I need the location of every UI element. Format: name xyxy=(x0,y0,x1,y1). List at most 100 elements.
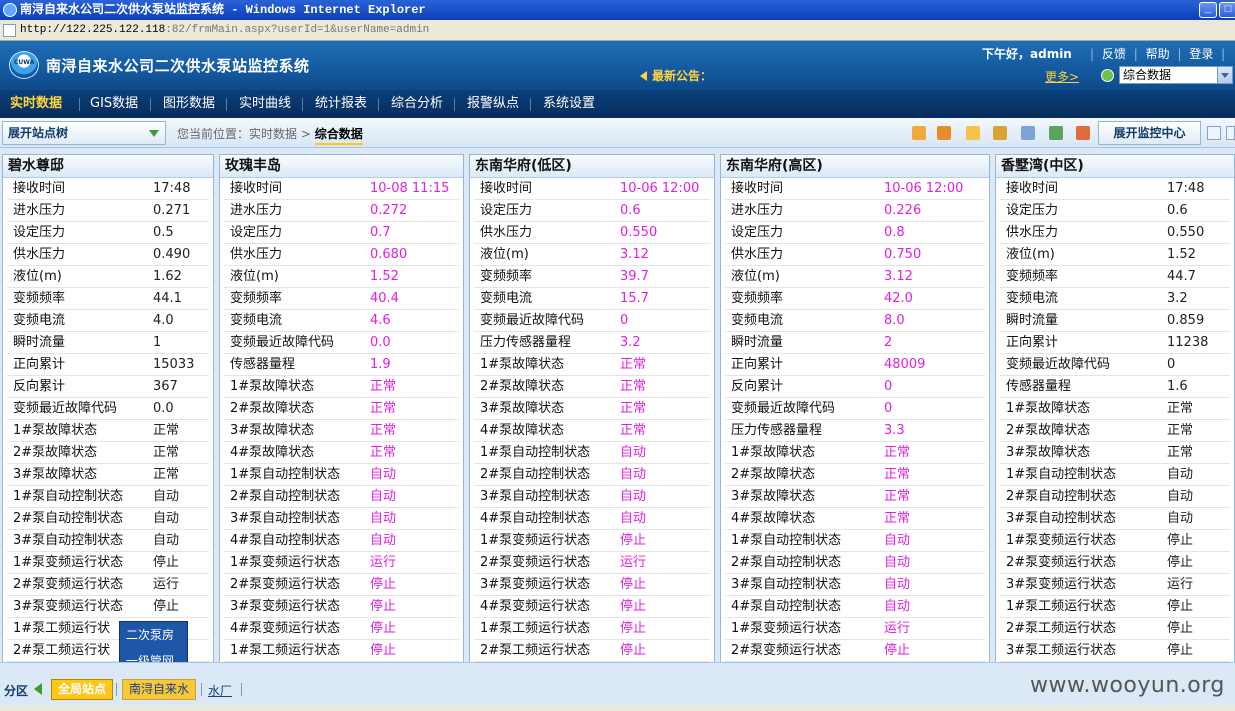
row-value: 0.6 xyxy=(620,203,641,218)
city-zone-button[interactable]: 南浔自来水 xyxy=(122,679,197,700)
view-select[interactable]: 综合数据 xyxy=(1119,66,1233,84)
zone-left-arrow-icon[interactable] xyxy=(34,683,42,695)
data-row: 1#泵变频运行状态 运行 xyxy=(224,552,459,574)
row-label: 液位(m) xyxy=(480,247,529,262)
row-label: 传感器量程 xyxy=(1006,379,1072,394)
data-row: 设定压力 0.5 xyxy=(7,222,209,244)
document-icon[interactable] xyxy=(966,126,980,140)
popup-item-secondary-pump[interactable]: 二次泵房 xyxy=(120,622,187,648)
data-row: 4#泵变频运行状态 停止 xyxy=(474,596,710,618)
row-label: 设定压力 xyxy=(731,225,784,240)
row-value: 自动 xyxy=(153,533,180,548)
row-value: 0.0 xyxy=(153,401,174,416)
alarm-icon[interactable] xyxy=(1076,126,1090,140)
chevron-down-icon[interactable] xyxy=(1217,67,1232,83)
row-value: 停止 xyxy=(620,643,647,658)
data-row: 正向累计 11238 xyxy=(1000,332,1230,354)
data-row: 反向累计 367 xyxy=(7,376,209,398)
all-sites-button[interactable]: 全局站点 xyxy=(51,679,114,700)
row-value: 自动 xyxy=(620,467,647,482)
menu-system-settings[interactable]: 系统设置 xyxy=(543,90,595,118)
data-row: 3#泵工频运行状态 停止 xyxy=(1000,640,1230,662)
system-title: 南浔自来水公司二次供水泵站监控系统 xyxy=(46,57,310,75)
data-row: 供水压力 0.550 xyxy=(474,222,710,244)
row-label: 4#泵故障状态 xyxy=(480,423,565,438)
data-row: 4#泵自动控制状态 自动 xyxy=(725,596,985,618)
toolbar: 展开站点树 您当前位置：实时数据 > 综合数据 展开监控中心 xyxy=(0,118,1235,148)
window-titlebar: 南浔自来水公司二次供水泵站监控系统 - Windows Internet Exp… xyxy=(0,0,1235,20)
report-icon[interactable] xyxy=(912,126,926,140)
login-link[interactable]: 登录 xyxy=(1189,47,1213,61)
data-row: 液位(m) 1.52 xyxy=(1000,244,1230,266)
row-value: 正常 xyxy=(1167,401,1194,416)
row-label: 进水压力 xyxy=(13,203,66,218)
export-icon[interactable] xyxy=(993,126,1007,140)
row-value: 停止 xyxy=(1167,533,1194,548)
maximize-button[interactable]: □ xyxy=(1219,2,1235,18)
row-label: 4#泵变频运行状态 xyxy=(230,621,341,636)
tree-toggle-button[interactable]: 展开站点树 xyxy=(2,121,166,145)
address-bar[interactable]: http://122.225.122.118:82/frmMain.aspx?u… xyxy=(0,20,1235,41)
row-value: 正常 xyxy=(153,445,180,460)
data-row: 1#泵工频运行状态 停止 xyxy=(474,618,710,640)
go-icon[interactable] xyxy=(1101,69,1114,82)
row-label: 供水压力 xyxy=(230,247,283,262)
menu-alarm[interactable]: 报警纵点 xyxy=(467,90,519,118)
row-value: 39.7 xyxy=(620,269,649,284)
row-label: 3#泵自动控制状态 xyxy=(230,511,341,526)
row-label: 变频频率 xyxy=(1006,269,1059,284)
data-row: 变频频率 40.4 xyxy=(224,288,459,310)
data-row: 正向累计 15033 xyxy=(7,354,209,376)
menu-statistics-report[interactable]: 统计报表 xyxy=(315,90,367,118)
help-link[interactable]: 帮助 xyxy=(1146,47,1170,61)
row-label: 1#泵自动控制状态 xyxy=(1006,467,1117,482)
data-row: 传感器量程 1.6 xyxy=(1000,376,1230,398)
row-value: 0 xyxy=(884,379,893,394)
row-label: 3#泵变频运行状态 xyxy=(480,577,591,592)
feedback-link[interactable]: 反馈 xyxy=(1102,47,1126,61)
row-label: 设定压力 xyxy=(13,225,66,240)
window-icon[interactable] xyxy=(1207,126,1221,140)
row-value: 停止 xyxy=(620,577,647,592)
hierarchy-icon[interactable] xyxy=(1049,126,1063,140)
monitor-center-button[interactable]: 展开监控中心 xyxy=(1098,121,1201,145)
water-plant-link[interactable]: 水厂 xyxy=(208,682,232,699)
row-label: 液位(m) xyxy=(731,269,780,284)
row-label: 4#泵故障状态 xyxy=(230,445,315,460)
data-row: 变频最近故障代码 0 xyxy=(1000,354,1230,376)
menu-graphic-data[interactable]: 图形数据 xyxy=(163,90,215,118)
search-icon[interactable] xyxy=(937,126,951,140)
row-value: 0.490 xyxy=(153,247,191,262)
menu-analysis[interactable]: 综合分析 xyxy=(391,90,443,118)
row-value: 停止 xyxy=(153,599,180,614)
row-label: 2#泵工频运行状态 xyxy=(480,643,591,658)
row-label: 供水压力 xyxy=(1006,225,1059,240)
data-row: 1#泵自动控制状态 自动 xyxy=(224,464,459,486)
row-label: 设定压力 xyxy=(230,225,283,240)
row-value: 正常 xyxy=(884,511,911,526)
row-value: 0.226 xyxy=(884,203,922,218)
data-row: 变频频率 44.1 xyxy=(7,288,209,310)
data-row: 1#泵变频运行状态 停止 xyxy=(1000,530,1230,552)
more-notices-link[interactable]: 更多> xyxy=(1045,68,1079,85)
row-label: 2#泵故障状态 xyxy=(1006,423,1091,438)
row-label: 1#泵变频运行状态 xyxy=(480,533,591,548)
row-value: 0.8 xyxy=(884,225,905,240)
row-label: 2#泵故障状态 xyxy=(480,379,565,394)
menu-realtime-data[interactable]: 实时数据 xyxy=(10,90,62,118)
row-value: 停止 xyxy=(370,643,397,658)
minimize-button[interactable]: _ xyxy=(1199,2,1217,18)
data-row: 压力传感器量程 3.2 xyxy=(474,332,710,354)
station-panel: 香墅湾(中区) 接收时间 17:48 设定压力 0.6 供水压力 0.550 液位(m) 1.… xyxy=(995,154,1235,662)
data-row: 3#泵故障状态 正常 xyxy=(1000,442,1230,464)
row-label: 1#泵工频运行状 xyxy=(13,621,111,636)
row-label: 1#泵工频运行状态 xyxy=(1006,599,1117,614)
menu-realtime-curve[interactable]: 实时曲线 xyxy=(239,90,291,118)
data-row: 2#泵故障状态 正常 xyxy=(725,464,985,486)
data-row: 2#泵故障状态 正常 xyxy=(474,376,710,398)
chart-icon[interactable] xyxy=(1021,126,1035,140)
menu-gis-data[interactable]: GIS数据 xyxy=(90,90,138,118)
window-icon-2[interactable] xyxy=(1226,126,1235,140)
row-label: 3#泵自动控制状态 xyxy=(1006,511,1117,526)
data-row: 液位(m) 3.12 xyxy=(474,244,710,266)
